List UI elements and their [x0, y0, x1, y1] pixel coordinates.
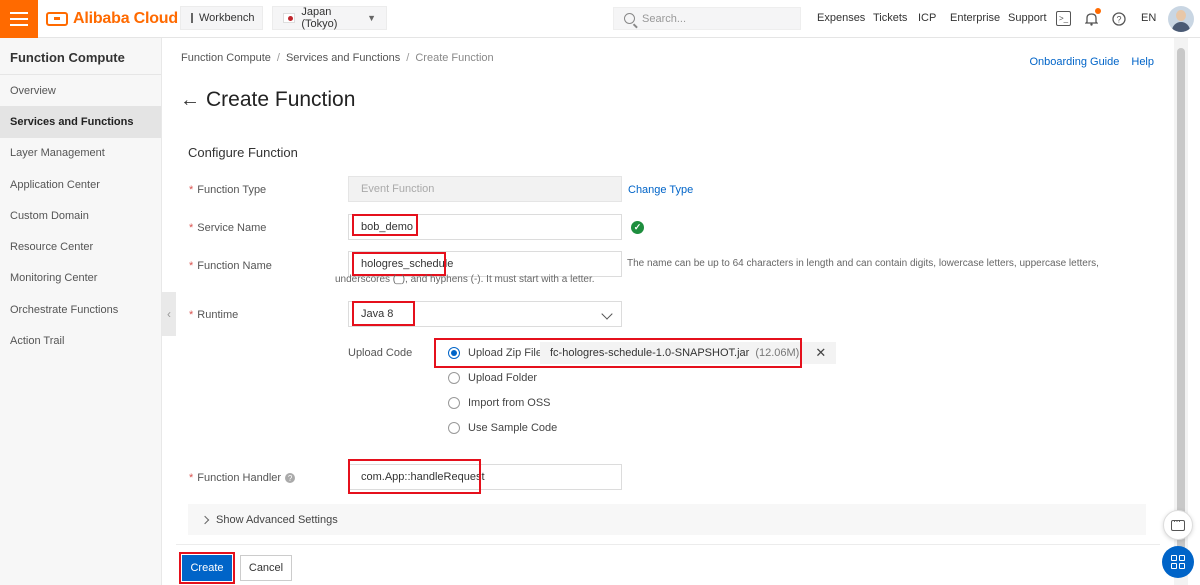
- menu-icon[interactable]: [0, 0, 38, 38]
- logo-text: Alibaba Cloud: [73, 10, 178, 27]
- create-button[interactable]: Create: [179, 552, 235, 584]
- header-links: Onboarding Guide Help: [1029, 56, 1154, 68]
- breadcrumb-services-and-functions[interactable]: Services and Functions: [286, 52, 400, 64]
- breadcrumb: Function Compute / Services and Function…: [181, 52, 494, 64]
- tickets-link[interactable]: Tickets: [873, 12, 907, 24]
- advanced-settings-toggle[interactable]: Show Advanced Settings: [188, 504, 1146, 535]
- close-icon[interactable]: ✕: [815, 345, 826, 361]
- onboarding-guide-link[interactable]: Onboarding Guide: [1029, 56, 1119, 68]
- alibaba-cloud-logo[interactable]: Alibaba Cloud: [46, 8, 178, 30]
- service-name-label: * Service Name: [189, 222, 267, 234]
- highlight-box: [434, 338, 802, 368]
- japan-flag-icon: [283, 13, 296, 23]
- page-title-row: ← Create Function: [180, 88, 355, 112]
- sidebar-item-application-center[interactable]: Application Center: [0, 169, 161, 200]
- chevron-left-icon: ‹: [167, 307, 171, 321]
- sidebar-item-overview[interactable]: Overview: [0, 75, 161, 106]
- page-title: Create Function: [206, 88, 356, 111]
- radio-button: [448, 372, 460, 384]
- search-placeholder: Search...: [642, 12, 687, 25]
- help-icon[interactable]: ?: [1111, 11, 1126, 26]
- breadcrumb-function-compute[interactable]: Function Compute: [181, 52, 271, 64]
- apps-button[interactable]: [1162, 546, 1194, 578]
- scrollbar[interactable]: [1174, 38, 1188, 585]
- sidebar-item-custom-domain[interactable]: Custom Domain: [0, 200, 161, 231]
- chevron-down-icon: ▼: [367, 13, 376, 23]
- sidebar-item-monitoring-center[interactable]: Monitoring Center: [0, 263, 161, 294]
- home-icon: [191, 13, 193, 23]
- svg-text:?: ?: [1116, 14, 1121, 24]
- radio-import-oss[interactable]: Import from OSS: [448, 397, 551, 409]
- sidebar-title: Function Compute: [0, 38, 161, 75]
- change-type-link[interactable]: Change Type: [628, 184, 693, 196]
- sidebar: Function Compute Overview Services and F…: [0, 38, 162, 585]
- section-title: Configure Function: [188, 145, 298, 160]
- radio-button: [448, 422, 460, 434]
- highlight-box: [352, 301, 415, 326]
- main-content: Function Compute / Services and Function…: [176, 38, 1160, 585]
- radio-sample-code[interactable]: Use Sample Code: [448, 422, 557, 434]
- function-name-label: * Function Name: [189, 260, 272, 272]
- radio-label: Use Sample Code: [468, 422, 558, 434]
- breadcrumb-separator: /: [276, 52, 280, 64]
- runtime-label: * Runtime: [189, 309, 239, 321]
- function-type-label: * Function Type: [189, 184, 267, 196]
- help-icon[interactable]: ?: [285, 473, 296, 484]
- form-footer: Create Cancel: [176, 544, 1160, 585]
- sidebar-collapse-handle[interactable]: ‹: [162, 292, 176, 336]
- expenses-link[interactable]: Expenses: [817, 12, 865, 24]
- chevron-right-icon: [200, 515, 210, 524]
- back-arrow-icon[interactable]: ←: [180, 89, 200, 112]
- region-label: Japan (Tokyo): [301, 6, 338, 30]
- bell-icon[interactable]: [1084, 8, 1101, 26]
- breadcrumb-separator: /: [406, 52, 410, 64]
- breadcrumb-current: Create Function: [415, 52, 494, 64]
- sidebar-item-orchestrate-functions[interactable]: Orchestrate Functions: [0, 294, 161, 325]
- sidebar-item-layer-management[interactable]: Layer Management: [0, 138, 161, 169]
- search-icon: [624, 13, 635, 24]
- support-link[interactable]: Support: [1008, 12, 1047, 24]
- check-circle-icon: ✓: [631, 221, 644, 234]
- apps-grid-icon: [1171, 555, 1185, 569]
- sidebar-item-action-trail[interactable]: Action Trail: [0, 325, 161, 356]
- radio-label: Import from OSS: [468, 397, 551, 409]
- language-switch[interactable]: EN: [1141, 12, 1156, 24]
- help-link[interactable]: Help: [1131, 56, 1154, 68]
- advanced-settings-label: Show Advanced Settings: [216, 513, 338, 526]
- sidebar-item-services-and-functions[interactable]: Services and Functions: [0, 106, 161, 138]
- function-type-field: Event Function: [348, 176, 622, 202]
- chevron-down-icon: [601, 308, 613, 320]
- region-selector[interactable]: Japan (Tokyo) ▼: [272, 6, 387, 30]
- icp-link[interactable]: ICP: [918, 12, 936, 24]
- terminal-icon[interactable]: >_: [1056, 11, 1071, 26]
- radio-upload-folder[interactable]: Upload Folder: [448, 372, 537, 384]
- workbench-label: Workbench: [199, 12, 255, 24]
- sidebar-item-resource-center[interactable]: Resource Center: [0, 231, 161, 262]
- chat-icon: [1171, 516, 1185, 531]
- highlight-box: [352, 214, 418, 236]
- top-bar: Alibaba Cloud Workbench Japan (Tokyo) ▼ …: [0, 0, 1200, 38]
- radio-label: Upload Folder: [468, 372, 538, 384]
- chat-button[interactable]: [1163, 510, 1193, 540]
- workbench-button[interactable]: Workbench: [180, 6, 263, 30]
- avatar[interactable]: [1168, 6, 1194, 32]
- enterprise-link[interactable]: Enterprise: [950, 12, 1000, 24]
- upload-code-label: Upload Code: [348, 347, 413, 359]
- scroll-thumb[interactable]: [1177, 48, 1185, 568]
- function-handler-label: * Function Handler?: [189, 472, 296, 484]
- function-name-hint: The name can be up to 64 characters in l…: [335, 258, 1099, 285]
- cancel-button[interactable]: Cancel: [240, 555, 292, 581]
- notification-dot: [1095, 8, 1101, 14]
- search-input[interactable]: Search...: [613, 7, 801, 30]
- highlight-box: [348, 459, 481, 494]
- radio-button: [448, 397, 460, 409]
- logo-mark-icon: [46, 12, 68, 26]
